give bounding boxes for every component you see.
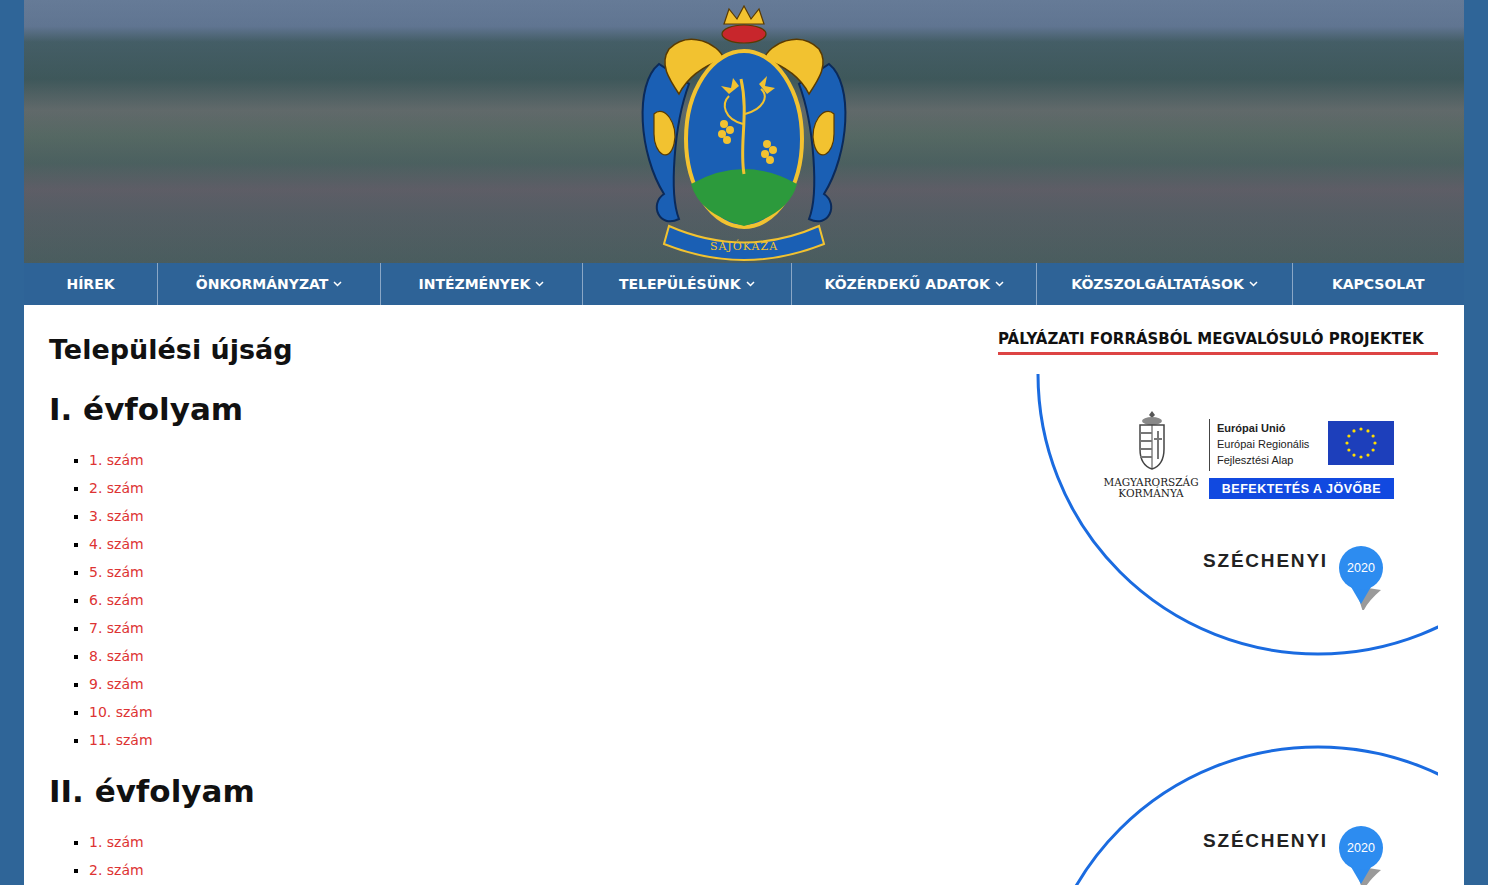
issue-link[interactable]: 7. szám bbox=[89, 620, 144, 636]
header-banner: SAJÓKAZA bbox=[24, 0, 1464, 263]
nav-item[interactable]: INTÉZMÉNYEK bbox=[380, 263, 582, 305]
government-text: MAGYARORSZÁGKORMÁNYA bbox=[1101, 477, 1201, 499]
investment-button[interactable]: BEFEKTETÉS A JÖVŐBE bbox=[1209, 478, 1394, 499]
chevron-down-icon bbox=[746, 281, 755, 287]
nav-label[interactable]: KÖZÉRDEKŰ ADATOK bbox=[824, 276, 989, 292]
issue-item: 6. szám bbox=[89, 586, 978, 614]
issue-link[interactable]: 2. szám bbox=[89, 480, 144, 496]
page-title: Települési újság bbox=[49, 333, 978, 367]
issue-link[interactable]: 4. szám bbox=[89, 536, 144, 552]
nav-label[interactable]: KAPCSOLAT bbox=[1332, 276, 1425, 292]
issue-item: 5. szám bbox=[89, 558, 978, 586]
brand-text: SZÉCHENYI bbox=[1203, 829, 1328, 853]
chevron-down-icon bbox=[333, 281, 342, 287]
nav-label[interactable]: TELEPÜLÉSÜNK bbox=[619, 276, 741, 292]
logo-text: SAJÓKAZA bbox=[710, 239, 778, 253]
volume-heading: II. évfolyam bbox=[49, 771, 978, 811]
issue-link[interactable]: 3. szám bbox=[89, 508, 144, 524]
eu-text: Európai UnióEurópai RegionálisFejlesztés… bbox=[1217, 420, 1309, 468]
nav-label[interactable]: KÖZSZOLGÁLTATÁSOK bbox=[1071, 276, 1244, 292]
nav-item[interactable]: KÖZÉRDEKŰ ADATOK bbox=[791, 263, 1037, 305]
issue-item: 7. szám bbox=[89, 614, 978, 642]
main-column: Települési újság I. évfolyam 1. szám 2. szá… bbox=[49, 333, 978, 885]
pin-icon: 2020 bbox=[1339, 546, 1383, 590]
issue-item: 1. szám bbox=[89, 828, 978, 856]
issue-link[interactable]: 1. szám bbox=[89, 834, 144, 850]
main-nav: HÍREK ÖNKORMÁNYZAT INTÉZMÉNYEK TELEPÜLÉSÜNK… bbox=[24, 263, 1464, 305]
content-area: Települési újság I. évfolyam 1. szám 2. szá… bbox=[24, 305, 1464, 885]
brand-text: SZÉCHENYI bbox=[1203, 549, 1328, 573]
project-banner[interactable]: SZÉCHENYI 2020 bbox=[998, 714, 1438, 885]
issue-item: 9. szám bbox=[89, 670, 978, 698]
coat-of-arms-logo: SAJÓKAZA bbox=[629, 4, 859, 263]
page: SAJÓKAZA HÍREK ÖNKORMÁNYZAT INTÉZMÉNYEK TELE… bbox=[24, 0, 1464, 885]
volume-heading: I. évfolyam bbox=[49, 389, 978, 429]
issue-link[interactable]: 6. szám bbox=[89, 592, 144, 608]
chevron-down-icon bbox=[1249, 281, 1258, 287]
sidebar-title: PÁLYÁZATI FORRÁSBÓL MEGVALÓSULÓ PROJEKTE… bbox=[998, 329, 1438, 355]
issue-item: 8. szám bbox=[89, 642, 978, 670]
issue-link[interactable]: 1. szám bbox=[89, 452, 144, 468]
nav-item[interactable]: TELEPÜLÉSÜNK bbox=[582, 263, 791, 305]
divider bbox=[1209, 419, 1210, 471]
issue-item: 10. szám bbox=[89, 698, 978, 726]
issue-link[interactable]: 10. szám bbox=[89, 704, 153, 720]
chevron-down-icon bbox=[535, 281, 544, 287]
nav-label[interactable]: HÍREK bbox=[66, 276, 114, 292]
eu-line: Fejlesztési Alap bbox=[1217, 452, 1309, 468]
government-line: KORMÁNYA bbox=[1101, 488, 1201, 499]
pin-icon: 2020 bbox=[1339, 826, 1383, 870]
hungarian-crest-icon bbox=[1136, 409, 1168, 471]
year-text: 2020 bbox=[1347, 841, 1375, 855]
nav-label[interactable]: INTÉZMÉNYEK bbox=[418, 276, 530, 292]
issue-link[interactable]: 2. szám bbox=[89, 862, 144, 878]
issue-item: 1. szám bbox=[89, 446, 978, 474]
government-line: MAGYARORSZÁG bbox=[1101, 477, 1201, 488]
banner-arc bbox=[998, 374, 1438, 664]
issue-link[interactable]: 8. szám bbox=[89, 648, 144, 664]
chevron-down-icon bbox=[995, 281, 1004, 287]
issue-item: 2. szám bbox=[89, 856, 978, 884]
issue-item: 4. szám bbox=[89, 530, 978, 558]
issue-list: 1. szám 2. szám 3. szám 4. szám 5. szám 6. sz… bbox=[49, 446, 978, 754]
year-text: 2020 bbox=[1347, 561, 1375, 575]
nav-item[interactable]: HÍREK bbox=[24, 263, 157, 305]
project-banner[interactable]: MAGYARORSZÁGKORMÁNYA Európai UnióEurópai … bbox=[998, 374, 1438, 664]
nav-item[interactable]: KAPCSOLAT bbox=[1292, 263, 1464, 305]
issue-item: 2. szám bbox=[89, 474, 978, 502]
sidebar: PÁLYÁZATI FORRÁSBÓL MEGVALÓSULÓ PROJEKTE… bbox=[998, 333, 1438, 885]
eu-line: Európai Unió bbox=[1217, 420, 1309, 436]
issue-item: 11. szám bbox=[89, 726, 978, 754]
issue-link[interactable]: 9. szám bbox=[89, 676, 144, 692]
nav-item[interactable]: KÖZSZOLGÁLTATÁSOK bbox=[1036, 263, 1291, 305]
eu-flag-icon bbox=[1328, 421, 1394, 465]
issue-link[interactable]: 11. szám bbox=[89, 732, 153, 748]
eu-line: Európai Regionális bbox=[1217, 436, 1309, 452]
nav-item[interactable]: ÖNKORMÁNYZAT bbox=[157, 263, 380, 305]
issue-link[interactable]: 5. szám bbox=[89, 564, 144, 580]
nav-label[interactable]: ÖNKORMÁNYZAT bbox=[196, 276, 329, 292]
issue-item: 3. szám bbox=[89, 502, 978, 530]
issue-list: 1. szám 2. szám bbox=[49, 828, 978, 884]
